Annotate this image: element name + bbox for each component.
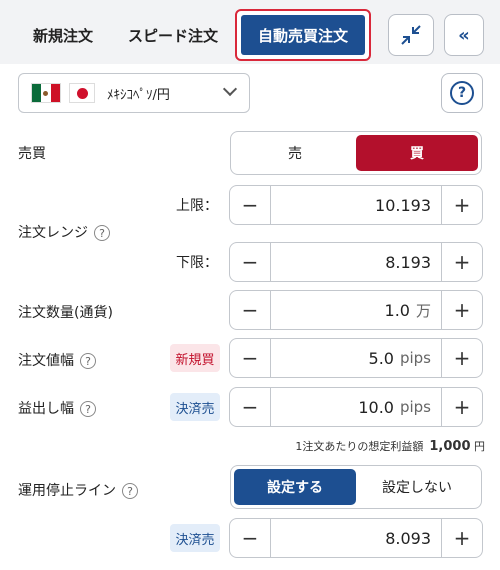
side-toggle: 売 買 [230,131,482,175]
tab-auto-order-label: 自動売買注文 [241,15,365,55]
upper-limit-value: 10.193 [375,195,431,215]
quantity-value: 1.0 [384,300,410,320]
minus-button[interactable]: − [230,519,270,557]
expected-profit-label: 1注文あたりの想定利益額 [295,440,424,453]
order-width-stepper: − 5.0 pips + [229,338,483,378]
order-width-label-text: 注文値幅 [18,353,74,369]
chevron-down-icon [222,81,238,97]
minus-button[interactable]: − [230,291,270,329]
collapse-button[interactable]: « [444,14,484,56]
profit-width-label: 益出し幅? [18,398,96,418]
currency-pair-select[interactable]: ﾒｷｼｺﾍﾟｿ/円 [18,73,250,113]
lower-limit-label: 下限： [176,255,218,271]
quantity-label: 注文数量(通貨) [18,305,113,321]
lower-limit-stepper: − 8.193 + [229,242,483,282]
plus-button[interactable]: + [442,186,482,224]
plus-button[interactable]: + [442,519,482,557]
minus-button[interactable]: − [230,339,270,377]
profit-width-input[interactable]: 10.0 pips [270,388,442,426]
stop-line-value: 8.093 [385,528,431,548]
order-range-label-text: 注文レンジ [18,225,88,241]
plus-button[interactable]: + [442,339,482,377]
help-icon[interactable]: ? [80,401,96,417]
order-width-unit: pips [399,349,431,367]
order-width-input[interactable]: 5.0 pips [270,339,442,377]
tab-new-order[interactable]: 新規注文 [18,16,108,56]
plus-button[interactable]: + [442,291,482,329]
double-chevron-left-icon: « [458,24,470,46]
plus-button[interactable]: + [442,388,482,426]
upper-limit-input[interactable]: 10.193 [270,186,442,224]
expected-profit: 1注文あたりの想定利益額 1,000 円 [270,438,485,454]
help-icon[interactable]: ? [122,483,138,499]
new-buy-tag: 新規買 [170,344,220,372]
minus-button[interactable]: − [230,186,270,224]
minus-button[interactable]: − [230,243,270,281]
japan-flag-icon [69,83,95,103]
quantity-stepper: − 1.0 万 + [229,290,483,330]
lower-limit-value: 8.193 [385,252,431,272]
profit-width-unit: pips [399,398,431,416]
stop-line-label: 運用停止ライン? [18,480,138,500]
minus-button[interactable]: − [230,388,270,426]
help-icon[interactable]: ? [80,353,96,369]
stop-line-on-option[interactable]: 設定する [234,469,356,505]
currency-pair-label: ﾒｷｼｺﾍﾟｿ/円 [107,87,170,103]
order-range-label: 注文レンジ? [18,222,110,242]
stop-line-label-text: 運用停止ライン [18,483,116,499]
settle-sell-tag: 決済売 [170,524,220,552]
mexico-flag-icon [31,83,61,103]
upper-limit-label: 上限： [176,198,218,214]
order-type-tabs: 新規注文 スピード注文 自動売買注文 « [0,0,500,64]
upper-limit-stepper: − 10.193 + [229,185,483,225]
expected-profit-unit: 円 [474,440,485,453]
question-icon: ? [450,81,474,105]
stop-line-input[interactable]: 8.093 [270,519,442,557]
stop-line-toggle: 設定する 設定しない [230,465,482,509]
help-icon[interactable]: ? [94,225,110,241]
lower-limit-input[interactable]: 8.193 [270,243,442,281]
stop-line-off-option[interactable]: 設定しない [356,469,478,505]
profit-width-stepper: − 10.0 pips + [229,387,483,427]
quantity-unit: 万 [415,301,431,320]
sell-option[interactable]: 売 [234,135,356,171]
buy-option[interactable]: 買 [356,135,478,171]
quantity-input[interactable]: 1.0 万 [270,291,442,329]
tab-speed-order[interactable]: スピード注文 [118,16,228,56]
settle-sell-tag: 決済売 [170,393,220,421]
tab-auto-order[interactable]: 自動売買注文 [235,9,371,61]
shrink-button[interactable] [388,14,434,56]
profit-width-value: 10.0 [358,397,394,417]
stop-line-stepper: − 8.093 + [229,518,483,558]
plus-button[interactable]: + [442,243,482,281]
help-button[interactable]: ? [441,73,483,113]
side-label: 売買 [18,146,46,162]
order-width-value: 5.0 [368,348,394,368]
shrink-icon [401,25,421,45]
profit-width-label-text: 益出し幅 [18,401,74,417]
order-width-label: 注文値幅? [18,350,96,370]
expected-profit-value: 1,000 [429,439,471,454]
